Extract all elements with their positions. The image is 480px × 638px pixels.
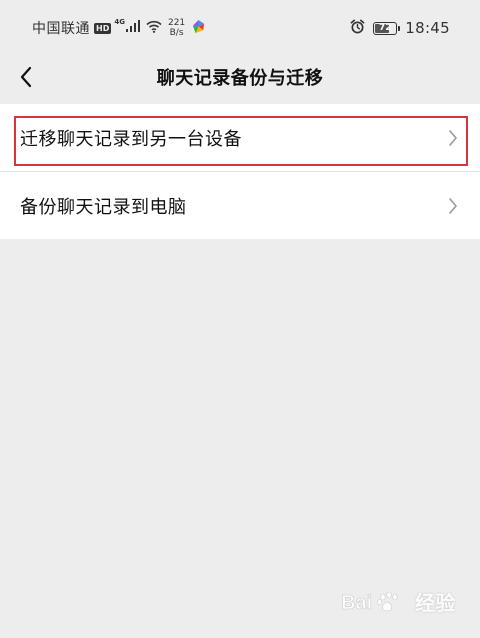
menu-item-backup[interactable]: 备份聊天记录到电脑 bbox=[0, 171, 480, 239]
carrier-name: 中国联通 bbox=[32, 21, 90, 37]
speed-unit: B/s bbox=[169, 28, 184, 38]
alarm-icon bbox=[350, 19, 365, 38]
menu-item-label: 迁移聊天记录到另一台设备 bbox=[20, 128, 242, 150]
svg-text:Bai: Bai bbox=[341, 592, 372, 614]
menu-item-migrate[interactable]: 迁移聊天记录到另一台设备 bbox=[0, 104, 480, 171]
status-bar: 中国联通 HD 4G 221 B/s 72 18:45 bbox=[0, 0, 480, 52]
signal-icon bbox=[125, 20, 140, 36]
chevron-right-icon bbox=[448, 197, 458, 215]
baidu-logo-icon: Bai bbox=[341, 591, 398, 614]
network-type: 4G bbox=[114, 18, 125, 26]
battery-level: 72 bbox=[379, 22, 392, 33]
speed-value: 221 bbox=[167, 18, 186, 28]
app-icon bbox=[191, 19, 206, 38]
menu-item-label: 备份聊天记录到电脑 bbox=[20, 196, 187, 218]
network-speed: 221 B/s bbox=[168, 18, 185, 38]
menu-list: 迁移聊天记录到另一台设备 备份聊天记录到电脑 bbox=[0, 104, 480, 239]
status-right: 72 18:45 bbox=[350, 18, 450, 38]
wifi-icon bbox=[146, 20, 162, 37]
battery-icon: 72 bbox=[373, 21, 401, 35]
page-title: 聊天记录备份与迁移 bbox=[156, 68, 324, 89]
watermark-text: 经验 bbox=[415, 591, 456, 615]
hd-badge: HD bbox=[94, 22, 112, 34]
nav-bar: 聊天记录备份与迁移 bbox=[0, 52, 480, 102]
status-left: 中国联通 HD 4G 221 B/s bbox=[32, 18, 206, 38]
baidu-jingyan-watermark: Bai 经验 bbox=[341, 587, 456, 616]
chevron-right-icon bbox=[448, 129, 458, 147]
clock: 18:45 bbox=[405, 19, 450, 37]
